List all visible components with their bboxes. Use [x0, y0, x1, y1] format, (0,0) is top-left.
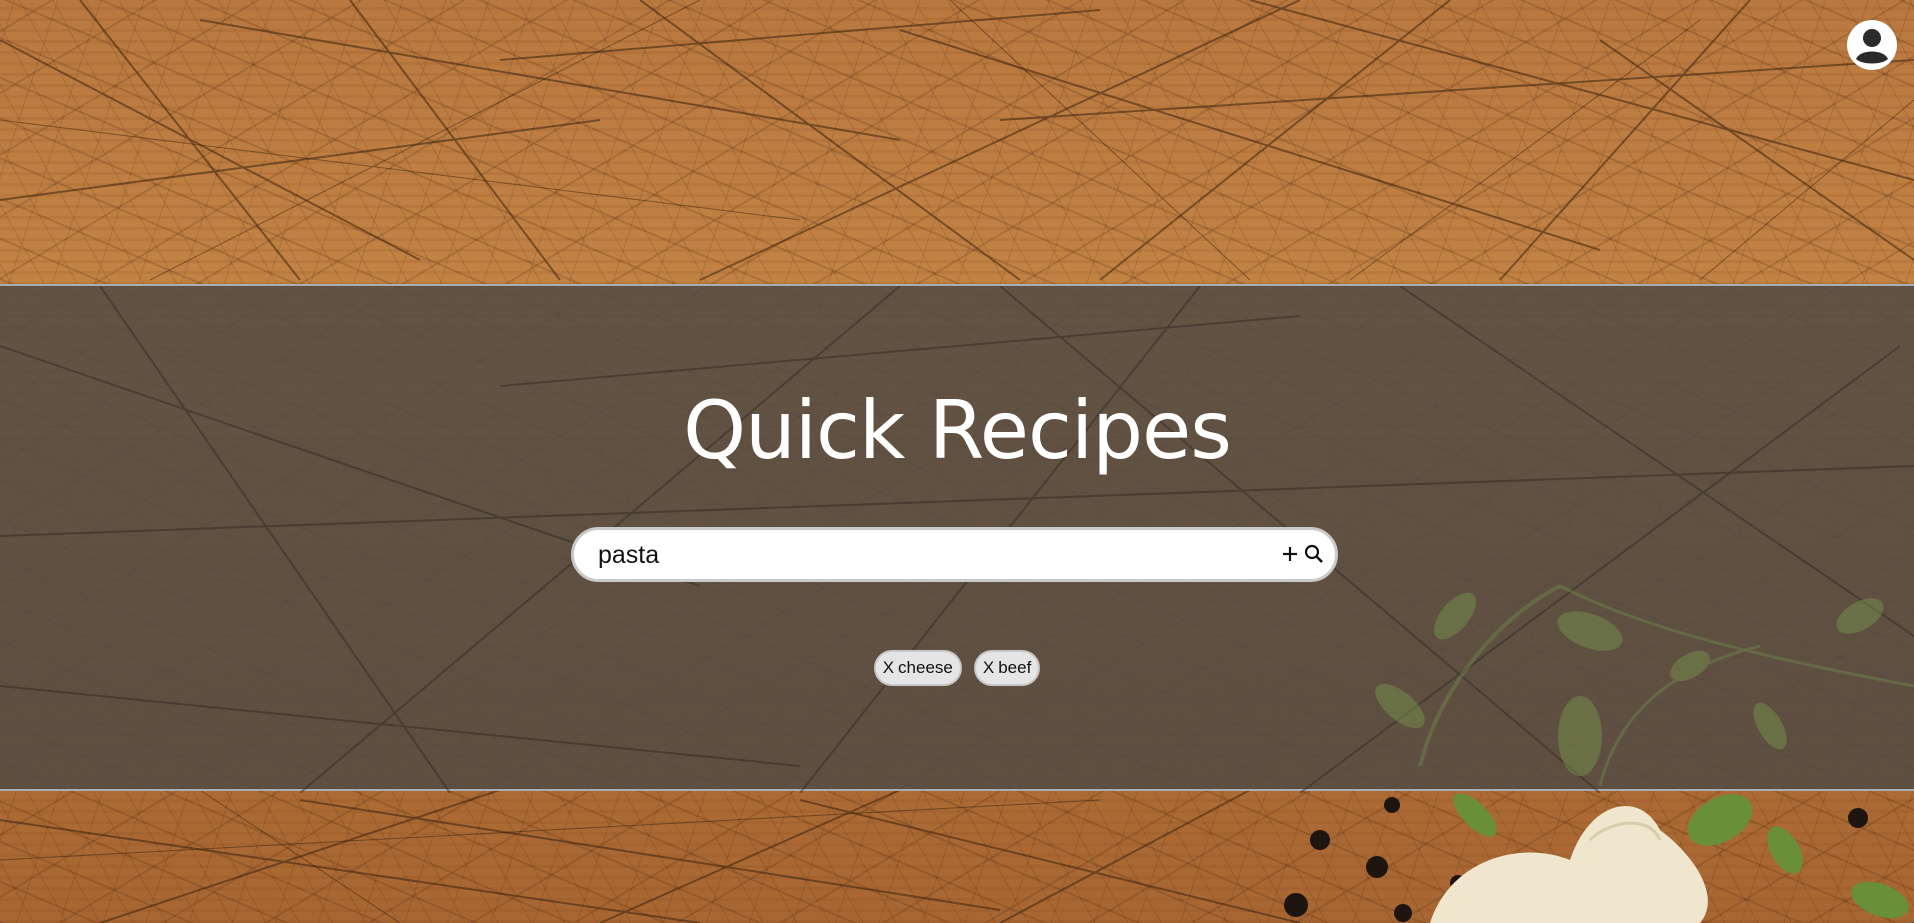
remove-chip-icon[interactable]: X [983, 658, 994, 678]
plus-icon [1283, 547, 1297, 561]
add-ingredient-button[interactable] [1279, 542, 1301, 566]
ingredient-filter-chips: X cheese X beef [0, 650, 1914, 686]
search-icon [1304, 544, 1323, 563]
filter-chip-cheese[interactable]: X cheese [873, 650, 962, 686]
ingredient-search-bar [571, 527, 1338, 582]
chip-label: beef [998, 658, 1032, 677]
page-title: Quick Recipes [683, 384, 1232, 477]
search-button[interactable] [1302, 542, 1326, 566]
hero-banner: Quick Recipes X cheese X beef [0, 284, 1914, 793]
search-input[interactable] [598, 538, 1238, 572]
filter-chip-beef[interactable]: X beef [973, 650, 1041, 686]
account-button[interactable] [1846, 19, 1898, 71]
account-circle-icon [1847, 20, 1897, 70]
chip-label: cheese [898, 658, 953, 677]
remove-chip-icon[interactable]: X [883, 658, 894, 678]
